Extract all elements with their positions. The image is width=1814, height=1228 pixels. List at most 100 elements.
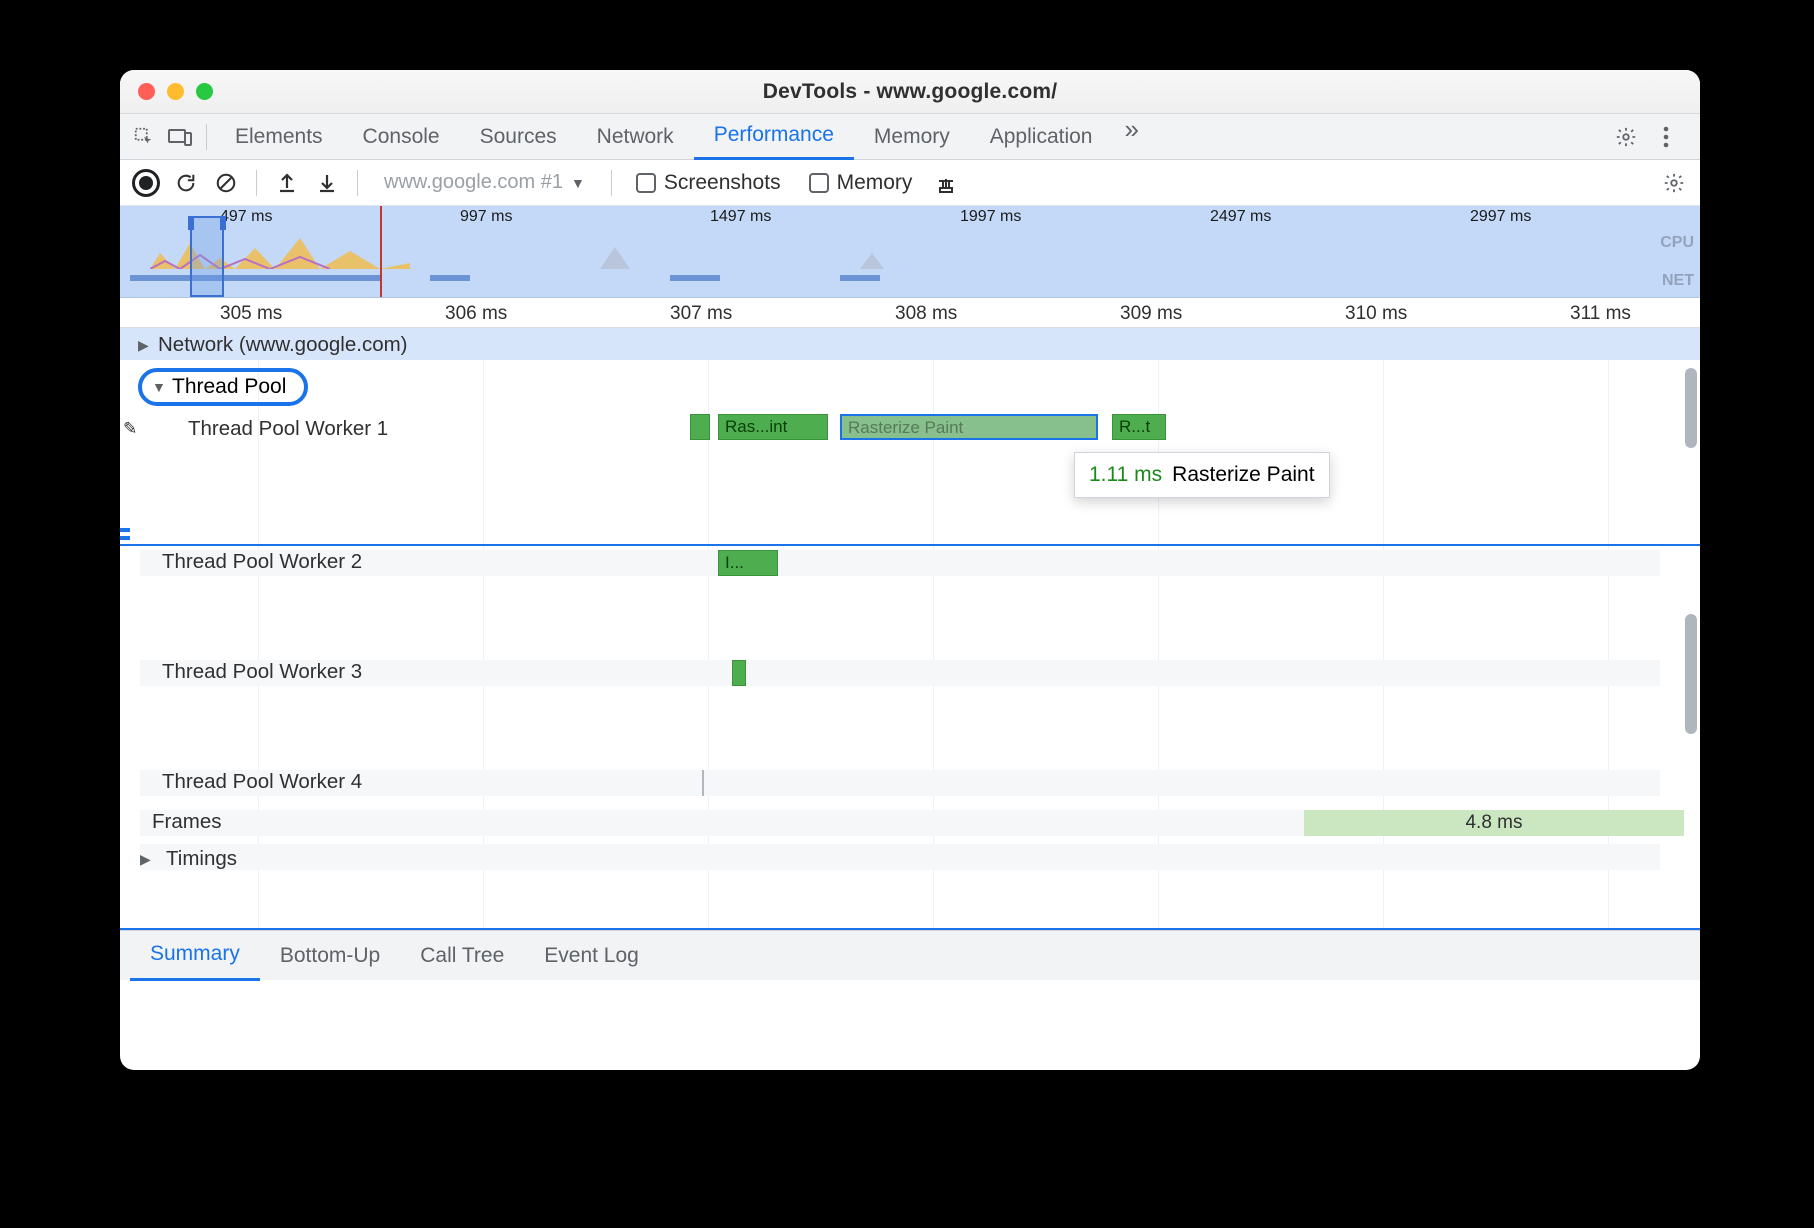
tab-event-log[interactable]: Event Log [524, 931, 659, 981]
tab-bottom-up[interactable]: Bottom-Up [260, 931, 400, 981]
overview-tick: 997 ms [460, 208, 512, 226]
task-rasterize-paint-c[interactable]: R...t [1112, 414, 1166, 440]
worker-1-header[interactable]: ✎ Thread Pool Worker 1 [120, 414, 388, 444]
reload-record-button[interactable] [168, 165, 204, 201]
ruler-tick: 311 ms [1570, 303, 1631, 325]
screenshots-label: Screenshots [664, 171, 781, 195]
network-section-header[interactable]: ▶ Network (www.google.com) [132, 330, 408, 360]
perf-toolbar: www.google.com #1 ▼ Screenshots Memory [120, 160, 1700, 206]
task-rasterize-paint-selected[interactable]: Rasterize Paint [840, 414, 1098, 440]
detail-ruler[interactable]: 305 ms 306 ms 307 ms 308 ms 309 ms 310 m… [120, 298, 1700, 328]
tab-application[interactable]: Application [970, 114, 1113, 160]
scrollbar-thumb[interactable] [1685, 614, 1697, 734]
memory-label: Memory [837, 171, 913, 195]
thread-pool-label: Thread Pool [172, 375, 286, 399]
thread-pool-section-header[interactable]: ▼ Thread Pool [138, 368, 308, 406]
tab-sources[interactable]: Sources [460, 114, 577, 160]
worker-1-label: Thread Pool Worker 1 [188, 417, 388, 441]
caret-down-icon: ▼ [571, 175, 585, 191]
window-titlebar: DevTools - www.google.com/ [120, 70, 1700, 114]
task-sliver-icon[interactable] [702, 770, 704, 796]
expand-arrow-icon: ▶ [140, 851, 151, 868]
timings-section-header[interactable]: ▶ Timings [134, 844, 237, 874]
frames-label: Frames [152, 810, 221, 834]
task-tooltip: 1.11 ms Rasterize Paint [1074, 452, 1330, 498]
worker-3-label: Thread Pool Worker 3 [162, 660, 362, 684]
tab-performance[interactable]: Performance [694, 114, 854, 160]
ruler-tick: 310 ms [1345, 303, 1407, 325]
tab-call-tree[interactable]: Call Tree [400, 931, 524, 981]
overview-tick: 2997 ms [1470, 208, 1531, 226]
lane-background [140, 844, 1660, 870]
overview-tick: 1497 ms [710, 208, 771, 226]
flame-chart[interactable]: ▶ Network (www.google.com) ▼ Thread Pool… [120, 328, 1700, 928]
capture-settings-gear-icon[interactable] [1656, 165, 1692, 201]
memory-checkbox[interactable]: Memory [797, 171, 925, 195]
window-title: DevTools - www.google.com/ [120, 80, 1700, 104]
tab-elements[interactable]: Elements [215, 114, 343, 160]
overview-tick: 2497 ms [1210, 208, 1271, 226]
download-profile-icon[interactable] [309, 165, 345, 201]
kebab-menu-icon[interactable] [1648, 119, 1684, 155]
settings-gear-icon[interactable] [1608, 119, 1644, 155]
minimize-window-button[interactable] [167, 83, 184, 100]
task-bar[interactable] [690, 414, 710, 440]
timings-label: Timings [166, 847, 237, 871]
expand-arrow-icon: ▶ [138, 337, 149, 354]
cpu-activity-icon [860, 249, 884, 269]
devtools-tab-strip: Elements Console Sources Network Perform… [120, 114, 1700, 160]
scrollbar-thumb[interactable] [1685, 368, 1697, 448]
hover-line-icon [120, 544, 1700, 546]
separator [256, 170, 257, 196]
frame-bar[interactable]: 4.8 ms [1304, 810, 1684, 836]
tab-summary[interactable]: Summary [130, 931, 260, 981]
collapse-arrow-icon: ▼ [152, 379, 166, 395]
cpu-activity-icon [150, 233, 410, 269]
clear-button[interactable] [208, 165, 244, 201]
ruler-tick: 305 ms [220, 303, 282, 325]
profile-selector-label: www.google.com #1 [384, 171, 563, 194]
separator [206, 124, 207, 150]
tab-console[interactable]: Console [343, 114, 460, 160]
ruler-tick: 308 ms [895, 303, 957, 325]
lane-background [140, 550, 1660, 576]
timeline-overview[interactable]: 497 ms 997 ms 1497 ms 1997 ms 2497 ms 29… [120, 206, 1700, 298]
window-traffic-lights [120, 83, 213, 100]
lane-background [140, 770, 1660, 796]
task-worker2[interactable]: I... [718, 550, 778, 576]
more-tabs-icon[interactable]: » [1112, 114, 1150, 160]
details-tab-strip: Summary Bottom-Up Call Tree Event Log [120, 930, 1700, 980]
tab-memory[interactable]: Memory [854, 114, 970, 160]
ruler-tick: 309 ms [1120, 303, 1182, 325]
close-window-button[interactable] [138, 83, 155, 100]
range-marker-icon [120, 528, 130, 540]
upload-profile-icon[interactable] [269, 165, 305, 201]
main-tabs: Elements Console Sources Network Perform… [215, 114, 1608, 160]
ruler-tick: 307 ms [670, 303, 732, 325]
devtools-window: DevTools - www.google.com/ Elements Cons… [120, 70, 1700, 1070]
lane-background [140, 660, 1660, 686]
network-section-label: Network (www.google.com) [158, 333, 408, 357]
edit-icon: ✎ [123, 419, 137, 439]
garbage-collect-icon[interactable] [928, 165, 964, 201]
overview-tick: 497 ms [220, 208, 272, 226]
task-rasterize-paint-a[interactable]: Ras...int [718, 414, 828, 440]
tooltip-label: Rasterize Paint [1172, 463, 1314, 487]
overview-tick: 1997 ms [960, 208, 1021, 226]
separator [611, 170, 612, 196]
overview-selection-handle[interactable] [190, 216, 224, 297]
inspect-element-icon[interactable] [126, 119, 162, 155]
checkbox-icon [636, 173, 656, 193]
overview-cpu-label: CPU [1660, 234, 1694, 252]
screenshots-checkbox[interactable]: Screenshots [624, 171, 793, 195]
worker-2-label: Thread Pool Worker 2 [162, 550, 362, 574]
record-button[interactable] [128, 165, 164, 201]
profile-selector[interactable]: www.google.com #1 ▼ [370, 171, 599, 194]
separator [357, 170, 358, 196]
net-activity-icon [120, 273, 1700, 281]
zoom-window-button[interactable] [196, 83, 213, 100]
tab-network[interactable]: Network [577, 114, 694, 160]
worker-4-label: Thread Pool Worker 4 [162, 770, 362, 794]
task-worker3[interactable] [732, 660, 746, 686]
device-toolbar-icon[interactable] [162, 119, 198, 155]
